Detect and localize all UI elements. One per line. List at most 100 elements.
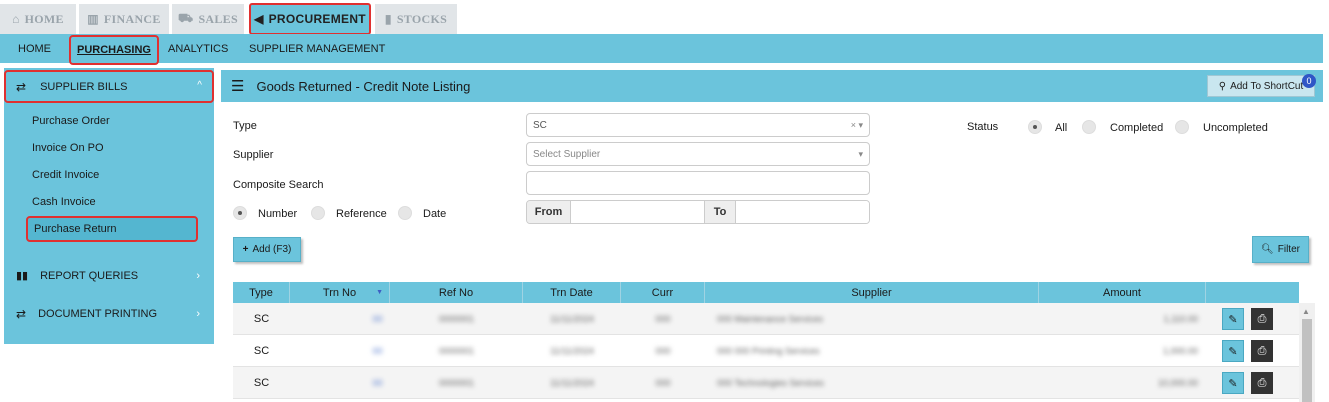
main-panel: ☰ Goods Returned - Credit Note Listing ⚲… [221,70,1323,402]
sidebar-group-document-printing[interactable]: ⇄ DOCUMENT PRINTING › [16,307,208,321]
status-all-label: All [1055,122,1068,134]
add-to-shortcut-button[interactable]: ⚲ Add To ShortCut 0 [1207,74,1316,97]
cell-amount: 1,110.00 [1163,314,1198,324]
subnav-supplier-management[interactable]: SUPPLIER MANAGEMENT [249,34,385,63]
edit-button[interactable]: ✎ [1222,372,1244,394]
search-icon: 🔍︎ [1261,244,1274,255]
column-header-supplier[interactable]: Supplier [705,282,1039,303]
cell-supplier: 000 Technologies Services [717,378,824,388]
tab-finance[interactable]: ▥ FINANCE [79,4,169,34]
column-header-amount[interactable]: Amount [1039,282,1206,303]
cell-type: SC [253,313,270,325]
scroll-up-icon[interactable]: ▲ [1302,307,1310,316]
megaphone-icon: ◀ [254,12,264,26]
menu-icon[interactable]: ☰ [231,77,244,95]
column-header-actions [1206,282,1299,303]
type-label: Type [233,120,257,132]
to-input[interactable] [736,201,869,223]
bank-icon: ▥ [87,11,99,26]
cell-supplier: 000 000 Printing Services [717,346,820,356]
chevron-right-icon: › [196,308,200,320]
status-uncompleted-radio[interactable] [1175,120,1189,134]
edit-icon: ✎ [1228,345,1238,358]
sidebar-item-invoice-on-po[interactable]: Invoice On PO [32,142,104,154]
scrollbar-thumb[interactable] [1302,319,1312,402]
sidebar-group-report-queries[interactable]: ▮▮ REPORT QUERIES › [16,269,208,283]
clear-dropdown-icon[interactable]: × ▾ [851,120,863,131]
supplier-select[interactable]: Select Supplier ▾ [526,142,870,166]
tab-home[interactable]: ⌂ HOME [0,4,76,34]
from-input[interactable] [571,201,704,223]
status-all-radio[interactable] [1028,120,1042,134]
cell-curr: 000 [655,346,671,356]
type-select[interactable]: SC × ▾ [526,113,870,137]
print-button[interactable]: ⎙ [1251,308,1273,330]
tab-sales[interactable]: ⛟ SALES [172,4,244,34]
table-scrollbar[interactable]: ▲ [1299,303,1315,402]
tab-stocks[interactable]: ▮ STOCKS [375,4,457,34]
search-by-date-radio[interactable] [398,206,412,220]
edit-icon: ✎ [1228,377,1238,390]
add-button[interactable]: + Add (F3) [233,237,301,262]
cell-trn-date: 11/11/2024 [550,314,594,324]
cell-amount: 10,000.00 [1157,378,1198,388]
column-header-ref-no[interactable]: Ref No [390,282,523,303]
table-header: Type Trn No ▼ Ref No Trn Date Curr Suppl… [233,282,1299,303]
table-row[interactable]: SC 00 0000001 11/11/2024 000 000 000 Pri… [233,335,1299,367]
status-completed-radio[interactable] [1082,120,1096,134]
from-label: From [527,201,571,223]
tab-procurement[interactable]: ◀ PROCUREMENT [249,3,371,35]
print-button[interactable]: ⎙ [1251,372,1273,394]
search-by-reference-radio[interactable] [311,206,325,220]
bar-chart-icon: ▮ [384,11,392,26]
cell-ref-no: 0000001 [438,346,475,356]
sidebar-item-cash-invoice[interactable]: Cash Invoice [32,196,96,208]
column-header-trn-no[interactable]: Trn No ▼ [290,282,390,303]
composite-search-input[interactable] [526,171,870,195]
sidebar-item-purchase-return[interactable]: Purchase Return [26,216,198,242]
print-button[interactable]: ⎙ [1251,340,1273,362]
to-label: To [704,201,736,223]
top-tabs: ⌂ HOME ▥ FINANCE ⛟ SALES ◀ PROCUREMENT ▮… [0,0,1329,35]
cell-type: SC [253,345,270,357]
print-icon: ⎙ [1257,344,1267,357]
search-by-date-label: Date [423,208,447,220]
cell-ref-no: 0000001 [438,314,475,324]
composite-search-label: Composite Search [233,179,324,191]
subnav-purchasing[interactable]: PURCHASING [69,35,159,65]
subnav-analytics[interactable]: ANALYTICS [168,34,228,63]
cell-curr: 000 [655,314,671,324]
column-header-trn-date[interactable]: Trn Date [523,282,621,303]
cell-amount: 1,000.00 [1162,346,1198,356]
edit-icon: ✎ [1228,313,1238,326]
page-title: Goods Returned - Credit Note Listing [256,78,471,94]
search-by-number-label: Number [258,208,298,220]
cell-ref-no: 0000001 [438,378,475,388]
sidebar-item-purchase-order[interactable]: Purchase Order [32,115,110,127]
search-by-number-radio[interactable] [233,206,247,220]
column-header-curr[interactable]: Curr [621,282,705,303]
status-completed-label: Completed [1110,122,1164,134]
sidebar-group-supplier-bills[interactable]: ⇄ SUPPLIER BILLS ^ [4,70,214,103]
plus-icon: + [242,244,249,255]
cart-icon: ⛟ [178,11,194,25]
edit-button[interactable]: ✎ [1222,308,1244,330]
status-label: Status [967,121,999,133]
filter-button[interactable]: 🔍︎ Filter [1252,236,1309,263]
panel-header: ☰ Goods Returned - Credit Note Listing ⚲… [221,70,1323,102]
chevron-down-icon: ▾ [858,148,863,159]
cell-trn-date: 11/11/2024 [550,346,594,356]
column-header-type[interactable]: Type [233,282,290,303]
cell-supplier: 000 Maintenance Services [717,314,824,324]
table-row[interactable]: SC 00 0000001 11/11/2024 000 000 Mainten… [233,303,1299,335]
edit-button[interactable]: ✎ [1222,340,1244,362]
exchange-icon: ⇄ [16,79,27,94]
cell-curr: 000 [655,378,671,388]
cell-trn-date: 11/11/2024 [550,378,594,388]
search-by-reference-label: Reference [336,208,387,220]
sidebar-item-credit-invoice[interactable]: Credit Invoice [32,169,99,181]
table-row[interactable]: SC 00 0000001 11/11/2024 000 000 Technol… [233,367,1299,399]
range-input-group: From To [526,200,870,224]
credit-note-table: Type Trn No ▼ Ref No Trn Date Curr Suppl… [233,282,1315,402]
subnav-home[interactable]: HOME [18,34,51,63]
